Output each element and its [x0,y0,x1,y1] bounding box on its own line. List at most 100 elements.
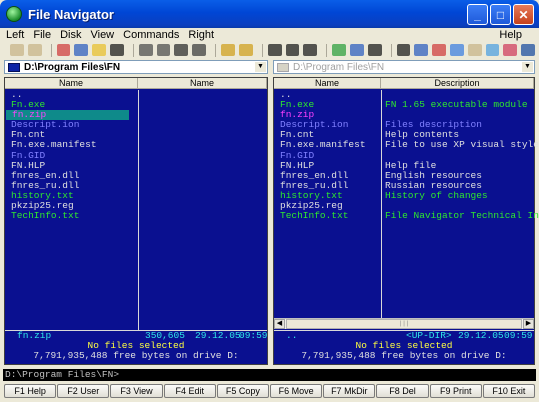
split-icon[interactable] [485,44,500,56]
right-info-bar: .. <UP-DIR> 29.12.05 09:59 No files sele… [274,330,534,361]
menu-bar: Left File Disk View Commands Right Help [0,28,539,42]
right-column-headers: Name Description [274,78,534,89]
window-title: File Navigator [28,6,114,22]
title-bar[interactable]: File Navigator _ □ ✕ [0,0,539,28]
fkey-3-button[interactable]: F3 View [110,384,163,398]
fkey-4-button[interactable]: F4 Edit [163,384,216,398]
toolbar-separator [326,43,328,57]
archive-icon[interactable] [467,44,482,56]
file-description: File Navigator Technical Infor [385,210,539,222]
move-icon[interactable] [74,44,89,56]
fkey-2-button[interactable]: F2 User [57,384,110,398]
sync-icon[interactable] [349,44,364,56]
view-icon[interactable] [138,44,153,56]
command-prompt: D:\Program Files\FN> [5,369,120,380]
folder-icon [277,62,289,72]
notes-icon[interactable] [449,44,464,56]
find-icon[interactable] [174,44,189,56]
unpack-icon[interactable] [432,44,446,56]
chevron-down-icon[interactable]: ▼ [255,62,266,72]
app-icon [6,6,22,22]
file-description: History of changes [385,189,488,201]
file-description: FN 1.65 executable module [385,99,528,111]
file-name: TechInfo.txt [280,210,349,222]
full-view-icon[interactable] [27,44,42,56]
column-divider [138,90,139,330]
maximize-button[interactable]: □ [490,4,511,25]
toolbar-separator [215,43,217,57]
menu-disk[interactable]: Disk [60,29,81,41]
command-line[interactable]: D:\Program Files\FN> [3,369,536,381]
toolbar-separator [50,43,52,57]
menu-file[interactable]: File [33,29,51,41]
column-header-name[interactable]: Name [5,78,138,89]
current-file-time: 09:59 [239,330,268,341]
brief-view-icon[interactable] [10,44,24,56]
folder-icon [8,62,20,72]
select-icon[interactable] [267,44,282,56]
delete-icon[interactable] [110,44,124,56]
horizontal-scrollbar[interactable]: ◀ ||| ▶ [274,318,534,329]
chevron-down-icon[interactable]: ▼ [522,62,533,72]
swap-icon[interactable] [396,44,411,56]
left-file-panel[interactable]: Name Name .. Fn.exe fn.zip Descript.ion Fn.c… [4,77,268,365]
left-column-headers: Name Name [5,78,267,89]
toolbar [0,42,539,58]
command-icon[interactable] [367,44,382,56]
invert-icon[interactable] [303,44,318,56]
current-file-time: 09:59 [504,330,533,341]
left-file-list: .. Fn.exe fn.zip Descript.ion Fn.cnt Fn.exe.m… [5,89,138,221]
toolbar-separator [261,43,263,57]
left-info-bar: fn.zip 350,605 29.12.05 09:59 No files s… [5,330,268,361]
column-header-name-2[interactable]: Name [138,78,267,89]
current-file-name: .. [286,330,298,341]
help-icon[interactable] [221,44,235,56]
left-path-text: D:\Program Files\FN [24,61,121,73]
right-path-bar[interactable]: D:\Program Files\FN ▼ [273,60,535,74]
copy-icon[interactable] [56,44,71,56]
new-folder-icon[interactable] [92,44,107,56]
deselect-icon[interactable] [285,44,300,56]
scroll-thumb[interactable]: ||| [286,319,522,329]
menu-right[interactable]: Right [188,29,214,41]
tools-icon[interactable] [503,44,518,56]
fkey-1-button[interactable]: F1 Help [4,384,57,398]
pack-icon[interactable] [414,44,429,56]
right-path-text: D:\Program Files\FN [293,61,385,73]
current-file-name: fn.zip [17,330,52,341]
file-description: File to use XP visual styles [385,139,539,151]
current-file-date: 29.12.05 [195,330,241,341]
right-file-panel[interactable]: Name Description .. Fn.exe FN 1.65 executa… [273,77,539,365]
print-icon[interactable] [192,44,207,56]
toolbar-separator [390,43,392,57]
filter-icon[interactable] [238,44,253,56]
compare-icon[interactable] [332,44,346,56]
fkey-5-button[interactable]: F5 Copy [216,384,270,398]
menu-commands[interactable]: Commands [123,29,179,41]
fkey-7-button[interactable]: F7 MkDir [323,384,376,398]
fkey-10-button[interactable]: F10 Exit [482,384,536,398]
toolbar-separator [132,43,134,57]
menu-help[interactable]: Help [499,29,522,41]
left-path-bar[interactable]: D:\Program Files\FN ▼ [4,60,268,74]
fkey-6-button[interactable]: F6 Move [270,384,323,398]
fkey-9-button[interactable]: F9 Print [429,384,482,398]
column-header-name[interactable]: Name [274,78,381,89]
menu-view[interactable]: View [90,29,114,41]
current-file-date: 29.12.05 [458,330,504,341]
column-header-description[interactable]: Description [381,78,534,89]
free-space: 7,791,935,488 free bytes on drive D: [33,350,239,361]
edit-icon[interactable] [156,44,171,56]
file-row[interactable]: TechInfo.txt File Navigator Technical Inf… [274,210,539,222]
minimize-button[interactable]: _ [467,4,488,25]
scroll-left-icon[interactable]: ◀ [274,319,285,329]
network-icon[interactable] [521,44,536,56]
file-row[interactable]: TechInfo.txt [5,211,138,221]
close-button[interactable]: ✕ [513,4,534,25]
free-space: 7,791,935,488 free bytes on drive D: [301,350,507,361]
function-key-bar: F1 Help F2 User F3 View F4 Edit F5 Copy F6 Mo… [4,384,536,398]
right-file-list: .. Fn.exe FN 1.65 executable module fn.zip D… [274,90,539,222]
scroll-right-icon[interactable]: ▶ [523,319,534,329]
fkey-8-button[interactable]: F8 Del [376,384,429,398]
menu-left[interactable]: Left [6,29,24,41]
